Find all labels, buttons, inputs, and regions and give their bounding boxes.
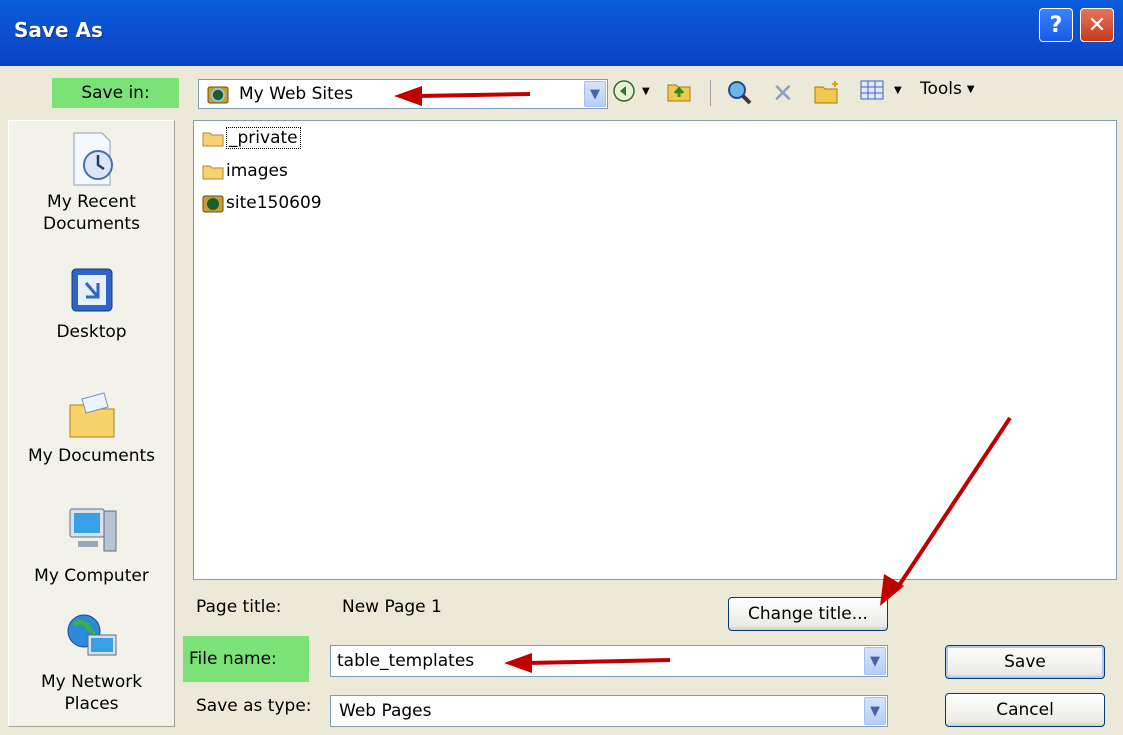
file-name-dropdown-button[interactable]: ▼ xyxy=(864,647,886,675)
save-label: Save xyxy=(1004,652,1046,672)
views-dropdown-icon[interactable]: ▼ xyxy=(894,85,902,96)
place-label: Desktop xyxy=(56,322,127,342)
chevron-down-icon: ▼ xyxy=(870,653,880,669)
place-my-network-places[interactable]: My Network Places xyxy=(9,611,174,715)
save-in-label: Save in: xyxy=(52,78,179,108)
place-my-recent-documents[interactable]: My Recent Documents xyxy=(9,129,174,235)
save-as-type-dropdown-button[interactable]: ▼ xyxy=(864,697,886,725)
change-title-label: Change title... xyxy=(748,604,868,624)
place-label: My Network xyxy=(40,672,143,692)
list-item[interactable]: site150609 xyxy=(202,193,322,213)
file-name-value: table_templates xyxy=(337,651,475,671)
my-computer-icon xyxy=(69,508,116,552)
chevron-down-icon: ▼ xyxy=(870,703,880,719)
list-item[interactable]: images xyxy=(202,161,288,181)
file-name-label: File name: xyxy=(183,636,309,682)
toolbar-separator xyxy=(710,80,711,106)
save-button[interactable]: Save xyxy=(945,645,1105,679)
page-title-value: New Page 1 xyxy=(342,597,442,617)
back-dropdown-icon[interactable]: ▼ xyxy=(642,86,650,97)
web-site-icon xyxy=(202,195,224,213)
search-web-icon xyxy=(728,81,752,105)
file-name: images xyxy=(226,161,288,181)
file-name-input[interactable]: table_templates ▼ xyxy=(330,645,888,677)
my-documents-icon xyxy=(69,392,114,438)
change-title-button[interactable]: Change title... xyxy=(728,597,888,631)
tools-dropdown-icon: ▼ xyxy=(966,83,975,95)
title-bar[interactable]: Save As ? ✕ xyxy=(0,0,1123,66)
save-as-type-value: Web Pages xyxy=(339,701,432,721)
save-in-dropdown-button[interactable]: ▼ xyxy=(584,81,606,107)
place-label: My Computer xyxy=(34,566,149,586)
help-button[interactable]: ? xyxy=(1039,8,1073,42)
up-one-level-button[interactable] xyxy=(666,79,692,103)
views-button[interactable]: ▼ xyxy=(860,79,902,101)
file-name: _private xyxy=(226,127,301,149)
web-site-icon xyxy=(207,84,229,109)
dialog-title: Save As xyxy=(14,18,103,42)
file-name: site150609 xyxy=(226,193,322,213)
cancel-button[interactable]: Cancel xyxy=(945,693,1105,727)
place-my-computer[interactable]: My Computer xyxy=(9,503,174,587)
place-label: My Recent xyxy=(47,192,136,212)
search-web-button[interactable] xyxy=(726,79,752,105)
back-button[interactable]: ▼ xyxy=(612,79,650,103)
place-desktop[interactable]: Desktop xyxy=(9,263,174,343)
place-label: Places xyxy=(64,694,119,714)
place-label: My Documents xyxy=(27,446,156,466)
new-folder-icon xyxy=(814,81,838,104)
file-name-label-text: File name: xyxy=(189,649,277,669)
create-new-folder-button[interactable] xyxy=(813,79,841,105)
delete-icon: ✕ xyxy=(772,79,794,109)
save-in-dropdown[interactable]: My Web Sites ▼ xyxy=(198,79,608,109)
delete-button[interactable]: ✕ xyxy=(772,79,794,109)
question-icon: ? xyxy=(1049,12,1063,38)
close-button[interactable]: ✕ xyxy=(1080,8,1114,42)
save-as-type-label: Save as type: xyxy=(196,696,312,716)
views-icon xyxy=(860,80,884,100)
place-my-documents[interactable]: My Documents xyxy=(9,387,174,467)
place-label: Documents xyxy=(43,214,140,234)
places-bar: My Recent Documents Desktop My Documents… xyxy=(8,120,175,727)
page-title-label: Page title: xyxy=(196,597,282,617)
save-in-label-text: Save in: xyxy=(81,83,150,103)
folder-icon xyxy=(202,132,224,147)
network-places-icon xyxy=(67,614,116,656)
back-icon xyxy=(613,80,635,102)
save-in-value: My Web Sites xyxy=(239,84,354,104)
close-icon: ✕ xyxy=(1087,12,1107,38)
chevron-down-icon: ▼ xyxy=(590,86,600,102)
desktop-icon xyxy=(71,268,112,312)
tools-label: Tools xyxy=(920,79,962,99)
up-folder-icon xyxy=(667,84,691,102)
cancel-label: Cancel xyxy=(996,700,1054,720)
list-item[interactable]: _private xyxy=(202,127,301,149)
save-as-dialog: Save As ? ✕ Save in: My Web Sites ▼ ▼ ✕ … xyxy=(0,0,1123,735)
file-list[interactable]: _private images site150609 xyxy=(193,120,1117,580)
save-as-type-dropdown[interactable]: Web Pages ▼ xyxy=(330,695,888,727)
tools-menu[interactable]: Tools ▼ xyxy=(920,79,975,99)
folder-icon xyxy=(202,165,224,180)
recent-documents-icon xyxy=(73,132,113,186)
